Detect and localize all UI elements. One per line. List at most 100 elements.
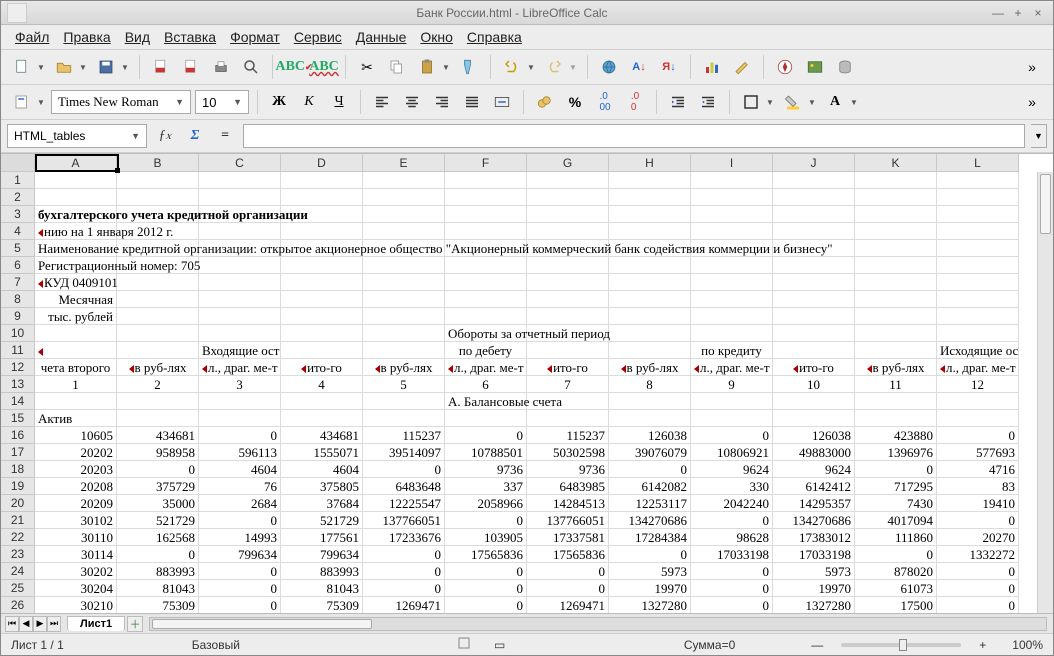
cell-E20[interactable]: 12225547 <box>363 495 445 512</box>
row-header-3[interactable]: 3 <box>1 206 35 223</box>
cell-G3[interactable] <box>527 206 609 223</box>
cell-F8[interactable] <box>445 291 527 308</box>
cell-C14[interactable] <box>199 393 281 410</box>
cell-D1[interactable] <box>281 172 363 189</box>
row-header-23[interactable]: 23 <box>1 546 35 563</box>
new-doc-dropdown[interactable]: ▼ <box>35 63 47 72</box>
cell-K22[interactable]: 111860 <box>855 529 937 546</box>
col-header-C[interactable]: C <box>199 154 281 172</box>
cell-C2[interactable] <box>199 189 281 206</box>
cell-J2[interactable] <box>773 189 855 206</box>
select-all-corner[interactable] <box>1 154 35 172</box>
styles-dropdown[interactable]: ▼ <box>35 98 47 107</box>
cell-C12[interactable]: л., драг. ме-т <box>199 359 281 376</box>
export-direct-pdf-button[interactable] <box>178 54 204 80</box>
cell-H18[interactable]: 0 <box>609 461 691 478</box>
cell-L4[interactable] <box>937 223 1019 240</box>
cell-B9[interactable] <box>117 308 199 325</box>
percent-button[interactable]: % <box>562 89 588 115</box>
cell-H17[interactable]: 39076079 <box>609 444 691 461</box>
cell-K5[interactable] <box>855 240 937 257</box>
cell-F13[interactable]: 6 <box>445 376 527 393</box>
cell-F26[interactable]: 0 <box>445 597 527 613</box>
cell-D6[interactable] <box>281 257 363 274</box>
print-button[interactable] <box>208 54 234 80</box>
cell-J20[interactable]: 14295357 <box>773 495 855 512</box>
cell-H11[interactable] <box>609 342 691 359</box>
row-header-11[interactable]: 11 <box>1 342 35 359</box>
row-header-12[interactable]: 12 <box>1 359 35 376</box>
cell-I20[interactable]: 2042240 <box>691 495 773 512</box>
cell-A4[interactable]: нию на 1 января 2012 г. <box>35 223 117 240</box>
align-right-button[interactable] <box>429 89 455 115</box>
cell-I4[interactable] <box>691 223 773 240</box>
cell-K24[interactable]: 878020 <box>855 563 937 580</box>
sheet-tab-1[interactable]: Лист1 <box>67 616 125 631</box>
cell-B12[interactable]: в руб-лях <box>117 359 199 376</box>
cell-F12[interactable]: л., драг. ме-т <box>445 359 527 376</box>
bold-button[interactable]: Ж <box>266 89 292 115</box>
cell-E13[interactable]: 5 <box>363 376 445 393</box>
cell-G18[interactable]: 9736 <box>527 461 609 478</box>
cell-E9[interactable] <box>363 308 445 325</box>
cell-J1[interactable] <box>773 172 855 189</box>
cell-I19[interactable]: 330 <box>691 478 773 495</box>
cell-F7[interactable] <box>445 274 527 291</box>
col-header-I[interactable]: I <box>691 154 773 172</box>
cell-B18[interactable]: 0 <box>117 461 199 478</box>
currency-button[interactable] <box>532 89 558 115</box>
cell-L6[interactable] <box>937 257 1019 274</box>
cell-F4[interactable] <box>445 223 527 240</box>
cell-C15[interactable] <box>199 410 281 427</box>
cell-H12[interactable]: в руб-лях <box>609 359 691 376</box>
menu-file[interactable]: Файл <box>9 27 55 47</box>
align-left-button[interactable] <box>369 89 395 115</box>
cell-C20[interactable]: 2684 <box>199 495 281 512</box>
new-doc-button[interactable] <box>9 54 35 80</box>
cell-I3[interactable] <box>691 206 773 223</box>
cell-C25[interactable]: 0 <box>199 580 281 597</box>
col-header-E[interactable]: E <box>363 154 445 172</box>
cell-A6[interactable]: Регистрационный номер: 705 <box>35 257 117 274</box>
cell-I24[interactable]: 0 <box>691 563 773 580</box>
cell-J9[interactable] <box>773 308 855 325</box>
cell-G20[interactable]: 14284513 <box>527 495 609 512</box>
cell-D17[interactable]: 1555071 <box>281 444 363 461</box>
cell-J17[interactable]: 49883000 <box>773 444 855 461</box>
cell-I6[interactable] <box>691 257 773 274</box>
menu-window[interactable]: Окно <box>414 27 459 47</box>
cell-E2[interactable] <box>363 189 445 206</box>
cell-H24[interactable]: 5973 <box>609 563 691 580</box>
cell-K6[interactable] <box>855 257 937 274</box>
menu-format[interactable]: Формат <box>224 27 286 47</box>
cell-D15[interactable] <box>281 410 363 427</box>
toolbar-overflow-button[interactable]: » <box>1019 54 1045 80</box>
cell-L8[interactable] <box>937 291 1019 308</box>
cell-A25[interactable]: 30204 <box>35 580 117 597</box>
cell-C13[interactable]: 3 <box>199 376 281 393</box>
cell-B20[interactable]: 35000 <box>117 495 199 512</box>
zoom-out-button[interactable]: — <box>811 638 823 652</box>
cell-L2[interactable] <box>937 189 1019 206</box>
fontcolor-dropdown[interactable]: ▼ <box>848 98 860 107</box>
cell-G19[interactable]: 6483985 <box>527 478 609 495</box>
cell-J21[interactable]: 134270686 <box>773 512 855 529</box>
cell-L16[interactable]: 0 <box>937 427 1019 444</box>
cell-E11[interactable] <box>363 342 445 359</box>
cell-D19[interactable]: 375805 <box>281 478 363 495</box>
cell-D4[interactable] <box>281 223 363 240</box>
cell-F19[interactable]: 337 <box>445 478 527 495</box>
cell-F9[interactable] <box>445 308 527 325</box>
cell-H4[interactable] <box>609 223 691 240</box>
cell-K26[interactable]: 17500 <box>855 597 937 613</box>
cell-L12[interactable]: л., драг. ме-т <box>937 359 1019 376</box>
cell-J14[interactable] <box>773 393 855 410</box>
cell-E14[interactable] <box>363 393 445 410</box>
cell-J4[interactable] <box>773 223 855 240</box>
cell-D18[interactable]: 4604 <box>281 461 363 478</box>
increase-indent-button[interactable] <box>695 89 721 115</box>
menu-edit[interactable]: Правка <box>57 27 116 47</box>
cell-L25[interactable]: 0 <box>937 580 1019 597</box>
col-header-F[interactable]: F <box>445 154 527 172</box>
cell-F25[interactable]: 0 <box>445 580 527 597</box>
